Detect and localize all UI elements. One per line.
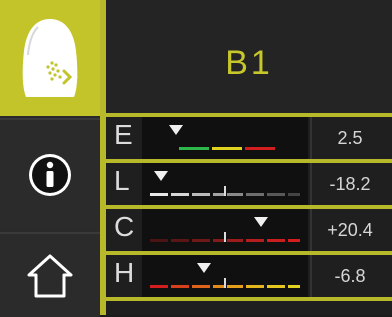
home-icon [27,254,73,297]
scale-segment [288,193,300,196]
row-value: 2.5 [337,128,363,148]
scale-segment [246,285,264,288]
home-button[interactable] [0,232,100,317]
scale-segment [150,285,168,288]
scale-segment [211,147,242,150]
value-marker [254,217,268,227]
value-cell: +20.4 [310,209,392,251]
delta-scale [142,117,308,159]
scale-segment [192,239,210,242]
value-cell: -6.8 [310,255,392,297]
row-value: -18.2 [329,174,371,194]
value-marker [153,171,168,181]
shade-header: B1 [106,0,392,113]
info-button[interactable] [0,118,100,230]
scale-center-tick [224,232,226,242]
row-value: +20.4 [327,220,373,240]
scale-segment [267,193,285,196]
info-icon [29,154,71,196]
scale-segment [213,193,224,196]
shade-title: B1 [225,44,273,82]
scale-segment [150,239,168,242]
scale-segment [192,285,210,288]
row-letter: E [114,119,133,150]
scale-segment [171,239,189,242]
row-letter: H [114,257,135,288]
value-cell: 2.5 [310,117,392,159]
row-letter: L [114,165,130,196]
color-row-h: H -6.8 [106,255,392,297]
scale-segment [171,193,189,196]
scale-segment [244,147,275,150]
scale-segment [178,147,209,150]
scale-segment [213,285,224,288]
tooth-measure-button[interactable] [0,0,100,116]
scale-segment [213,239,224,242]
color-row-e: E 2.5 [106,117,392,159]
value-marker [197,263,211,273]
scale-segment [267,285,285,288]
row-value: -6.8 [334,266,366,286]
value-cell: -18.2 [310,163,392,205]
scale-center-tick [224,278,226,288]
delta-scale [142,163,308,205]
delta-scale [142,209,308,251]
scale-segment [192,193,210,196]
scale-segment [246,239,264,242]
color-row-c: C +20.4 [106,209,392,251]
scale-segment [171,285,189,288]
next-row [106,301,392,315]
scale-segment [246,193,264,196]
tooth-measure-icon [22,19,78,97]
delta-scale [142,255,308,297]
scale-segment [226,285,243,288]
sidebar [0,0,100,317]
scale-segment [226,193,243,196]
scale-segment [288,285,300,288]
color-row-l: L -18.2 [106,163,392,205]
scale-segment [288,239,300,242]
scale-segment [150,193,168,196]
scale-center-tick [224,186,226,196]
shade-measurement-screen: B1 E 2.5 L -18.2 C +20.4 H -6.8 [0,0,392,317]
value-marker [168,125,183,135]
row-letter: C [114,211,135,242]
scale-segment [226,239,243,242]
scale-segment [267,239,285,242]
